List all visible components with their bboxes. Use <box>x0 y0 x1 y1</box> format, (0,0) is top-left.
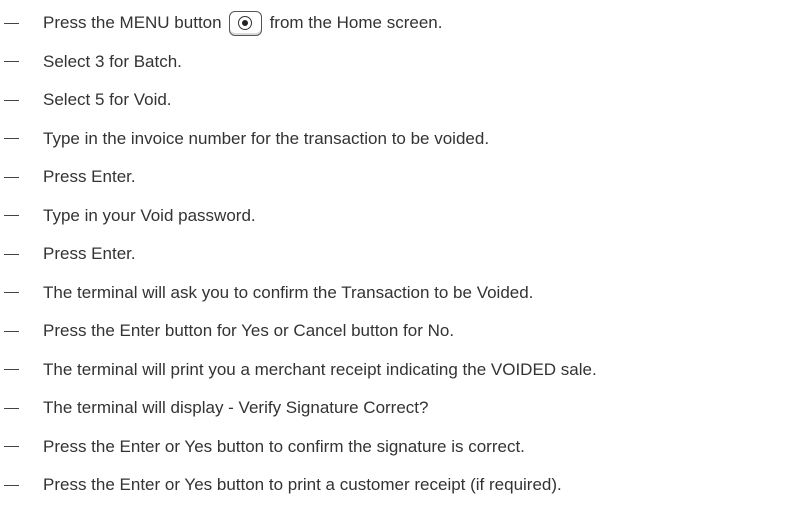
list-item: The terminal will print you a merchant r… <box>0 351 799 390</box>
list-item: The terminal will ask you to confirm the… <box>0 274 799 313</box>
dash-bullet-icon <box>4 484 19 486</box>
step-text: Press Enter. <box>43 167 136 187</box>
list-item: Select 5 for Void. <box>0 81 799 120</box>
list-item: Type in your Void password. <box>0 197 799 236</box>
dash-bullet-icon <box>4 22 19 24</box>
dash-bullet-icon <box>4 407 19 409</box>
dash-bullet-icon <box>4 369 19 371</box>
step-text: Press the Enter or Yes button to confirm… <box>43 436 525 456</box>
menu-button-icon <box>228 10 262 36</box>
dash-bullet-icon <box>4 61 19 63</box>
list-item: Press the Enter button for Yes or Cancel… <box>0 312 799 351</box>
list-item: Type in the invoice number for the trans… <box>0 120 799 159</box>
step-text: Type in the invoice number for the trans… <box>43 128 490 148</box>
instruction-list: Press the MENU button from the Home scre… <box>0 4 799 505</box>
step-text: The terminal will ask you to confirm the… <box>43 282 534 302</box>
dash-bullet-icon <box>4 176 19 178</box>
list-item: Select 3 for Batch. <box>0 43 799 82</box>
step-text: Type in your Void password. <box>43 205 256 225</box>
list-item: Press Enter. <box>0 235 799 274</box>
list-item: Press Enter. <box>0 158 799 197</box>
dash-bullet-icon <box>4 253 19 255</box>
step-text-after: from the Home screen. <box>269 13 443 33</box>
step-text: The terminal will print you a merchant r… <box>43 359 597 379</box>
step-text-before: Press the MENU button <box>43 13 222 33</box>
list-item: The terminal will display - Verify Signa… <box>0 389 799 428</box>
step-text: Press the MENU button from the Home scre… <box>43 10 443 36</box>
list-item: Press the Enter or Yes button to confirm… <box>0 428 799 467</box>
dash-bullet-icon <box>4 330 19 332</box>
list-item: Press the Enter or Yes button to print a… <box>0 466 799 505</box>
dash-bullet-icon <box>4 138 19 140</box>
dash-bullet-icon <box>4 292 19 294</box>
step-text: Select 3 for Batch. <box>43 51 182 71</box>
step-text: The terminal will display - Verify Signa… <box>43 398 429 418</box>
dash-bullet-icon <box>4 446 19 448</box>
step-text: Select 5 for Void. <box>43 90 172 110</box>
list-item: Press the MENU button from the Home scre… <box>0 4 799 43</box>
dash-bullet-icon <box>4 215 19 217</box>
step-text: Press the Enter button for Yes or Cancel… <box>43 321 455 341</box>
step-text: Press Enter. <box>43 244 136 264</box>
dash-bullet-icon <box>4 99 19 101</box>
step-text: Press the Enter or Yes button to print a… <box>43 475 562 495</box>
